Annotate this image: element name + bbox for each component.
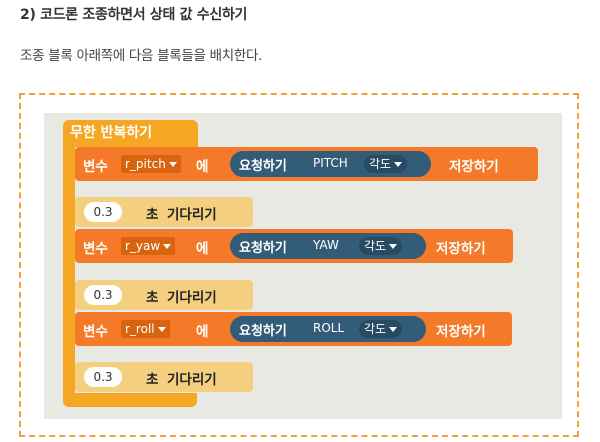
wait-keyword: 기다리기 — [167, 372, 217, 388]
section-heading: 2) 코드론 조종하면서 상태 값 수신하기 — [20, 7, 248, 23]
save-keyword: 저장하기 — [449, 159, 499, 175]
request-keyword: 요청하기 — [239, 241, 287, 256]
save-keyword: 저장하기 — [436, 241, 486, 257]
section-description: 조종 블록 아래쪽에 다음 블록들을 배치한다. — [20, 48, 263, 64]
angle-label: 각도 — [364, 239, 387, 253]
angle-dropdown[interactable]: 각도 — [359, 237, 403, 255]
wait-keyword: 기다리기 — [167, 207, 217, 223]
eq-keyword: 에 — [196, 241, 209, 257]
request-keyword: 요청하기 — [239, 324, 287, 339]
variable-keyword: 변수 — [83, 324, 108, 340]
set-variable-block-roll[interactable]: 변수 r_roll 에 요청하기 ROLL 각도 저장하기 — [75, 312, 512, 346]
wait-seconds-input[interactable]: 0.3 — [84, 202, 122, 222]
wait-seconds-input[interactable]: 0.3 — [84, 367, 122, 387]
variable-dropdown[interactable]: r_roll — [121, 320, 170, 338]
set-variable-block-pitch[interactable]: 변수 r_pitch 에 요청하기 PITCH 각도 저장하기 — [75, 147, 538, 181]
wait-keyword: 기다리기 — [167, 290, 217, 306]
dropdown-arrow-icon — [389, 327, 398, 332]
forever-loop-arm — [63, 140, 75, 402]
seconds-label: 초 — [146, 372, 159, 388]
angle-label: 각도 — [364, 322, 387, 336]
dropdown-arrow-icon — [168, 162, 177, 167]
variable-name: r_roll — [125, 322, 155, 336]
param-label: PITCH — [313, 156, 348, 170]
variable-name: r_pitch — [125, 157, 166, 171]
variable-keyword: 변수 — [83, 241, 108, 257]
dropdown-arrow-icon — [163, 244, 172, 249]
variable-name: r_yaw — [125, 239, 161, 253]
eq-keyword: 에 — [196, 324, 209, 340]
forever-loop-label: 무한 반복하기 — [70, 125, 153, 141]
wait-block-2[interactable]: 0.3 초 기다리기 — [75, 280, 253, 310]
request-reporter-block[interactable]: 요청하기 PITCH 각도 — [230, 151, 431, 177]
dropdown-arrow-icon — [394, 162, 403, 167]
wait-seconds-input[interactable]: 0.3 — [84, 285, 122, 305]
request-reporter-block[interactable]: 요청하기 ROLL 각도 — [230, 316, 426, 342]
seconds-label: 초 — [146, 290, 159, 306]
request-reporter-block[interactable]: 요청하기 YAW 각도 — [230, 233, 426, 259]
dropdown-arrow-icon — [389, 244, 398, 249]
variable-keyword: 변수 — [83, 159, 108, 175]
angle-dropdown[interactable]: 각도 — [364, 155, 408, 173]
request-keyword: 요청하기 — [239, 159, 287, 174]
wait-block-3[interactable]: 0.3 초 기다리기 — [75, 362, 253, 392]
eq-keyword: 에 — [196, 159, 209, 175]
param-label: YAW — [313, 238, 339, 252]
dropdown-arrow-icon — [157, 327, 166, 332]
wait-block-1[interactable]: 0.3 초 기다리기 — [75, 197, 253, 227]
seconds-label: 초 — [146, 207, 159, 223]
angle-label: 각도 — [369, 157, 392, 171]
angle-dropdown[interactable]: 각도 — [359, 320, 403, 338]
variable-dropdown[interactable]: r_pitch — [121, 155, 181, 173]
variable-dropdown[interactable]: r_yaw — [121, 237, 176, 255]
param-label: ROLL — [313, 321, 345, 335]
set-variable-block-yaw[interactable]: 변수 r_yaw 에 요청하기 YAW 각도 저장하기 — [75, 229, 513, 263]
forever-loop-foot — [63, 393, 197, 407]
save-keyword: 저장하기 — [436, 324, 486, 340]
